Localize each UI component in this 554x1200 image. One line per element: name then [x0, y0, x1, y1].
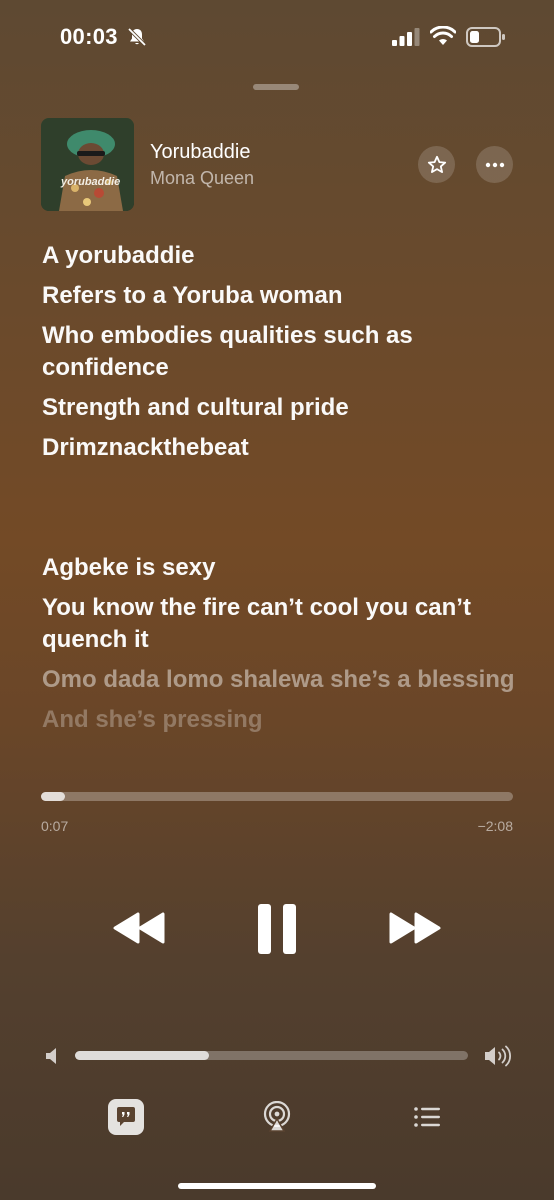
lyric-line[interactable]: Who embodies qualities such as confidenc…	[42, 320, 522, 384]
volume-low-icon	[46, 1048, 56, 1064]
airplay-audio-icon[interactable]	[261, 1101, 293, 1133]
lyric-line[interactable]: Omo dada lomo shalewa she’s a blessing	[42, 664, 522, 696]
cellular-signal-icon	[392, 28, 420, 46]
lyric-line[interactable]: Drimznackthebeat	[42, 432, 522, 464]
lyric-line-current[interactable]: You know the fire can’t cool you can’t q…	[42, 592, 522, 656]
artwork-text: yorubaddie	[61, 176, 121, 188]
artwork-image	[41, 118, 134, 211]
status-time: 00:03	[60, 24, 118, 49]
lyrics-button[interactable]	[108, 1099, 144, 1135]
rewind-icon[interactable]	[112, 908, 166, 948]
volume-level-fill	[75, 1051, 209, 1060]
quote-bubble-icon	[117, 1107, 135, 1126]
home-indicator[interactable]	[178, 1183, 376, 1189]
queue-list-icon[interactable]	[413, 1105, 441, 1129]
bell-slash-icon	[127, 27, 147, 47]
lyrics-panel[interactable]: A yorubaddie Refers to a Yoruba woman Wh…	[42, 240, 522, 792]
lyric-line[interactable]: A yorubaddie	[42, 240, 522, 272]
album-artwork[interactable]: yorubaddie	[41, 118, 134, 211]
ellipsis-icon	[485, 162, 504, 167]
fast-forward-icon[interactable]	[388, 908, 442, 948]
lyric-line[interactable]: Agbeke is sexy	[42, 552, 522, 584]
lyric-line[interactable]: Strength and cultural pride	[42, 392, 522, 424]
lyric-line[interactable]: And she’s pressing	[42, 704, 522, 736]
song-title[interactable]: Yorubaddie	[150, 141, 250, 164]
battery-icon	[466, 27, 505, 47]
volume-slider[interactable]	[75, 1051, 468, 1060]
star-icon	[427, 155, 446, 173]
pause-icon[interactable]	[256, 902, 298, 956]
sheet-grabber[interactable]	[253, 84, 299, 90]
playback-scrubber[interactable]	[41, 792, 513, 801]
playback-progress-fill	[41, 792, 65, 801]
lyric-line[interactable]: Refers to a Yoruba woman	[42, 280, 522, 312]
remaining-time: −2:08	[477, 818, 513, 834]
volume-high-icon	[485, 1045, 512, 1067]
artist-name[interactable]: Mona Queen	[150, 168, 254, 189]
more-options-button[interactable]	[476, 146, 513, 183]
elapsed-time: 0:07	[41, 818, 69, 834]
wifi-icon	[430, 26, 456, 45]
favorite-button[interactable]	[418, 146, 455, 183]
